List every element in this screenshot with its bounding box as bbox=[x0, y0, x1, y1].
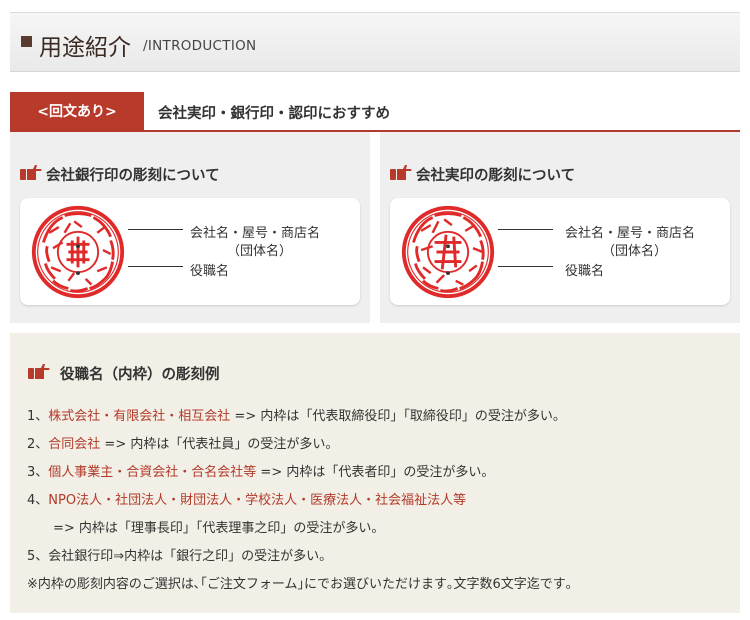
company-type: 合同会社 bbox=[48, 437, 101, 452]
pointer-line-outer bbox=[498, 229, 553, 230]
seal-diagram-card: 会社名・屋号・商店名 （団体名） 役職名 bbox=[390, 198, 730, 305]
item-number: 4、 bbox=[27, 493, 49, 508]
outer-label-sub: （団体名） bbox=[227, 244, 293, 259]
outer-label: 会社名・屋号・商店名 bbox=[565, 226, 696, 241]
engraving-examples-panel: 役職名（内枠）の彫刻例 1、株式会社・有限会社・相互会社 => 内枠は「代表取締… bbox=[10, 333, 740, 613]
example-item-continuation: => 内枠は「理事長印」「代表理事之印」の受注が多い。 bbox=[53, 521, 385, 536]
recommend-row: <回文あり> 会社実印・銀行印・認印におすすめ bbox=[10, 92, 740, 132]
pointer-line-outer bbox=[128, 229, 183, 230]
example-item: 1、株式会社・有限会社・相互会社 => 内枠は「代表取締役印」「取締役印」の受注… bbox=[27, 405, 566, 424]
item-number: 1、 bbox=[27, 409, 49, 424]
panel-title: 会社銀行印の彫刻について bbox=[46, 168, 220, 184]
item-text: => 内枠は「代表取締役印」「取締役印」の受注が多い。 bbox=[230, 409, 566, 424]
company-type: NPO法人・社団法人・財団法人・学校法人・医療法人・社会福祉法人等 bbox=[48, 493, 467, 508]
company-type: 株式会社・有限会社・相互会社 bbox=[48, 409, 231, 424]
company-seal-panel: 会社実印の彫刻について 会社名・屋号・商店名 （団体名） 役職名 bbox=[380, 132, 740, 323]
bank-seal-panel: 会社銀行印の彫刻について 会社名・屋号・商店名 （団体名） 役職名 bbox=[10, 132, 370, 323]
inner-label: 役職名 bbox=[190, 264, 230, 279]
round-seal-image bbox=[31, 205, 125, 299]
examples-title: 役職名（内枠）の彫刻例 bbox=[60, 367, 220, 383]
example-item: 3、個人事業主・合資会社・合名会社等 => 内枠は「代表者印」の受注が多い。 bbox=[27, 461, 494, 480]
inner-label: 役職名 bbox=[565, 264, 605, 279]
kaibun-badge: <回文あり> bbox=[10, 92, 144, 130]
item-text: => 内枠は「代表者印」の受注が多い。 bbox=[256, 465, 495, 480]
outer-label-sub: （団体名） bbox=[602, 244, 668, 259]
pointer-line-inner bbox=[128, 266, 183, 267]
selection-note: ※内枠の彫刻内容のご選択は､｢ご注文フォーム｣にでお選びいただけます｡文字数6文… bbox=[27, 577, 573, 592]
item-number: 3、 bbox=[27, 465, 49, 480]
page-subtitle: /INTRODUCTION bbox=[143, 38, 257, 54]
example-item: 2、合同会社 => 内枠は「代表社員」の受注が多い。 bbox=[27, 433, 338, 452]
recommend-text: 会社実印・銀行印・認印におすすめ bbox=[158, 106, 390, 122]
example-item: 4、NPO法人・社団法人・財団法人・学校法人・医療法人・社会福祉法人等 bbox=[27, 489, 466, 508]
item-text: => 内枠は「代表社員」の受注が多い。 bbox=[100, 437, 339, 452]
outer-label: 会社名・屋号・商店名 bbox=[190, 226, 321, 241]
page-title: 用途紹介 bbox=[39, 35, 131, 61]
pointing-hand-icon bbox=[390, 165, 412, 180]
example-item: 5、会社銀行印⇒内枠は「銀行之印」の受注が多い。 bbox=[27, 549, 333, 564]
round-seal-image bbox=[401, 205, 495, 299]
company-type: 個人事業主・合資会社・合名会社等 bbox=[48, 465, 257, 480]
pointer-line-inner bbox=[498, 266, 553, 267]
header-bullet-icon bbox=[21, 36, 32, 47]
item-number: 2、 bbox=[27, 437, 49, 452]
seal-diagram-card: 会社名・屋号・商店名 （団体名） 役職名 bbox=[20, 198, 360, 305]
section-header: 用途紹介 /INTRODUCTION bbox=[10, 12, 740, 72]
pointing-hand-icon bbox=[20, 165, 42, 180]
panel-title: 会社実印の彫刻について bbox=[416, 168, 576, 184]
pointing-hand-icon bbox=[28, 364, 50, 379]
